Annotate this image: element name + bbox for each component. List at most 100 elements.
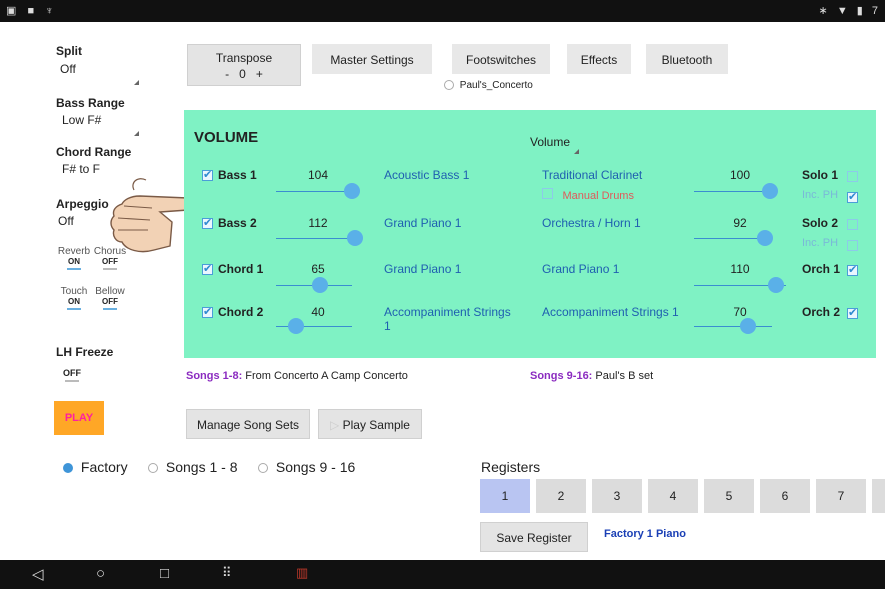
preset-radio[interactable] (444, 80, 454, 91)
orch2-slider-track[interactable] (694, 326, 772, 327)
bass2-voice[interactable]: Grand Piano 1 (384, 216, 514, 230)
chord2-slider-thumb[interactable] (288, 318, 304, 334)
bass1-value: 104 (307, 168, 329, 182)
play-button[interactable]: PLAY (54, 401, 104, 435)
orch2-value: 70 (733, 305, 747, 319)
songs-9-16-radio[interactable] (258, 463, 268, 474)
bass-range-value[interactable]: Low F# (62, 113, 101, 127)
chord2-voice[interactable]: Accompaniment Strings 1 (384, 305, 514, 333)
solo1-slider-track[interactable] (694, 191, 772, 192)
solo1-ph-checkbox[interactable] (847, 190, 858, 203)
bellow-label: Bellow (95, 286, 125, 297)
factory-radio[interactable] (63, 463, 73, 474)
preset-name: Paul's_Concerto (459, 80, 533, 91)
bank-radio-songs-9-16[interactable]: Songs 9 - 16 (258, 459, 355, 475)
touch-label: Touch (60, 286, 88, 297)
lh-freeze-indicator (65, 380, 79, 382)
orch2-slider-thumb[interactable] (740, 318, 756, 334)
orch1-checkbox[interactable] (847, 263, 858, 276)
register-button-3[interactable]: 3 (592, 479, 642, 513)
solo2-ph-checkbox[interactable] (847, 240, 858, 251)
right-volume-header: Volume (530, 135, 571, 149)
save-register-button[interactable]: Save Register (480, 522, 588, 552)
arpeggio-value[interactable]: Off (58, 214, 74, 228)
right-volume-dropdown-corner-icon[interactable] (574, 149, 579, 154)
orch2-label: Orch 2 (802, 305, 841, 319)
app-grid-icon[interactable]: ⠿ (222, 565, 232, 581)
touch-indicator (67, 308, 81, 310)
bass1-slider-thumb[interactable] (344, 183, 360, 199)
play-sample-button[interactable]: ▷ Play Sample (318, 409, 422, 439)
current-register-name: Factory 1 Piano (604, 528, 686, 540)
footswitches-button[interactable]: Footswitches (452, 44, 550, 74)
split-value[interactable]: Off (60, 62, 76, 76)
recents-icon[interactable]: □ (160, 565, 169, 582)
bellow-switch[interactable]: Bellow OFF (92, 286, 128, 310)
register-button-5[interactable]: 5 (704, 479, 754, 513)
solo2-value: 92 (733, 216, 747, 230)
solo1-checkbox[interactable] (847, 171, 858, 182)
bank-radio-factory[interactable]: Factory (63, 459, 128, 475)
songs-1-8-radio[interactable] (148, 463, 158, 474)
bass1-voice[interactable]: Acoustic Bass 1 (384, 168, 514, 182)
orch2-checkbox[interactable] (847, 306, 858, 319)
bank-radio-songs-1-8[interactable]: Songs 1 - 8 (148, 459, 238, 475)
chord1-voice[interactable]: Grand Piano 1 (384, 262, 514, 276)
solo2-voice[interactable]: Orchestra / Horn 1 (542, 216, 692, 230)
play-triangle-icon: ▷ (330, 418, 340, 432)
row-bass1 (202, 168, 213, 186)
home-icon[interactable]: ○ (96, 565, 105, 582)
chord2-checkbox[interactable] (202, 305, 213, 318)
effects-button[interactable]: Effects (567, 44, 631, 74)
reverb-label: Reverb (57, 246, 91, 257)
bass1-slider-track[interactable] (276, 191, 352, 192)
bass2-slider-track[interactable] (276, 238, 352, 239)
play-sample-label: Play Sample (342, 418, 410, 432)
bass2-checkbox[interactable] (202, 216, 213, 229)
touch-value: ON (68, 297, 80, 306)
lh-freeze-switch[interactable]: OFF (60, 368, 84, 382)
chorus-indicator (103, 268, 117, 270)
orch1-value: 110 (730, 262, 750, 276)
master-settings-button[interactable]: Master Settings (312, 44, 432, 74)
chord1-label: Chord 1 (218, 262, 264, 276)
register-button-7[interactable]: 7 (816, 479, 866, 513)
orch2-voice[interactable]: Accompaniment Strings 1 (542, 305, 692, 319)
back-icon[interactable]: ◁ (32, 565, 44, 583)
register-button-4[interactable]: 4 (648, 479, 698, 513)
solo2-slider-thumb[interactable] (757, 230, 773, 246)
orch1-voice[interactable]: Grand Piano 1 (542, 262, 692, 276)
bass2-slider-thumb[interactable] (347, 230, 363, 246)
bluetooth-button[interactable]: Bluetooth (646, 44, 728, 74)
preset-selector[interactable]: Paul's_Concerto (444, 80, 533, 91)
solo1-ph-label: Inc. PH (802, 189, 839, 201)
accordion-app-icon[interactable]: ▥ (296, 565, 308, 581)
solo1-voice[interactable]: Traditional Clarinet (542, 168, 692, 182)
chord2-label: Chord 2 (218, 305, 264, 319)
bass1-checkbox[interactable] (202, 168, 213, 181)
chord1-slider-thumb[interactable] (312, 277, 328, 293)
solo1-slider-thumb[interactable] (762, 183, 778, 199)
split-dropdown-corner-icon[interactable] (134, 80, 139, 85)
manual-drums-option[interactable]: Manual Drums (542, 186, 634, 204)
bellow-indicator (103, 308, 117, 310)
transpose-control[interactable]: Transpose - 0 + (187, 44, 301, 86)
chord-range-value[interactable]: F# to F (62, 162, 100, 176)
chord1-checkbox[interactable] (202, 262, 213, 275)
touch-switch[interactable]: Touch ON (56, 286, 92, 310)
chord-range-label: Chord Range (56, 145, 132, 159)
status-bar: ▣ ■ ♆ ∗ ▼ ▮ 7 (0, 0, 885, 22)
register-button-1[interactable]: 1 (480, 479, 530, 513)
manual-drums-checkbox[interactable] (542, 188, 553, 199)
reverb-switch[interactable]: Reverb ON (56, 246, 92, 270)
reverb-value: ON (68, 257, 80, 266)
register-button-8[interactable]: 8 (872, 479, 885, 513)
bass-range-dropdown-corner-icon[interactable] (134, 131, 139, 136)
transpose-value[interactable]: - 0 + (188, 66, 300, 82)
manage-song-sets-button[interactable]: Manage Song Sets (186, 409, 310, 439)
orch1-slider-thumb[interactable] (768, 277, 784, 293)
register-button-6[interactable]: 6 (760, 479, 810, 513)
chord2-value: 40 (311, 305, 325, 319)
register-button-2[interactable]: 2 (536, 479, 586, 513)
solo2-checkbox[interactable] (847, 219, 858, 230)
